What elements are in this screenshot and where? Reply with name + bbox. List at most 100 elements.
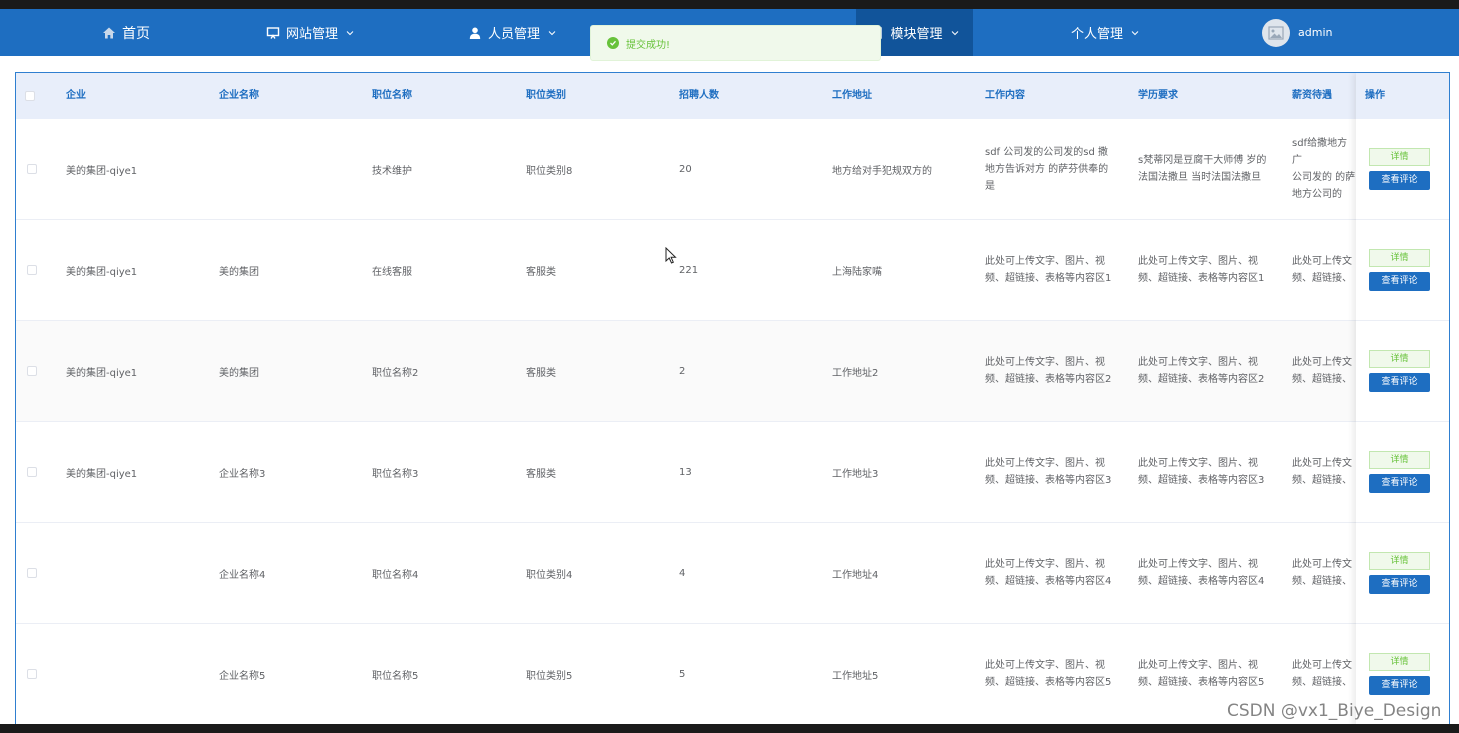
cell-content: 此处可上传文字、图片、视 频、超链接、表格等内容区3 xyxy=(985,422,1122,522)
header-content[interactable]: 工作内容 xyxy=(985,73,1025,119)
cell-content-line: 此处可上传文字、图片、视 xyxy=(985,458,1105,469)
cell-position: 职位名称2 xyxy=(372,367,419,379)
table-row[interactable]: 美的集团-qiye1 美的集团 职位名称2 客服类 2 工作地址2 此处可上传文字、图片、视… xyxy=(16,321,1449,422)
cell-content-line: 频、超链接、表格等内容区2 xyxy=(985,374,1112,385)
operation-column: 操作 详情 查看评论 详情 查看评论 详情 查看评论 详情 查看评论 详情 查看评论 详情 查看评论 xyxy=(1356,73,1449,724)
cell-address: 工作地址3 xyxy=(832,468,879,480)
cell-company-name: 企业名称4 xyxy=(219,569,266,581)
cell-content-line: 此处可上传文字、图片、视 xyxy=(985,559,1105,570)
nav-personal-management[interactable]: 个人管理 xyxy=(1040,9,1170,56)
cell-category: 客服类 xyxy=(526,266,556,278)
user-menu[interactable]: admin xyxy=(1262,9,1372,56)
table-row[interactable]: 美的集团-qiye1 美的集团 在线客服 客服类 221 上海陆家嘴 此处可上传文字、图片、… xyxy=(16,220,1449,321)
detail-button[interactable]: 详情 xyxy=(1369,249,1430,267)
cell-count: 5 xyxy=(679,668,686,680)
header-count[interactable]: 招聘人数 xyxy=(679,73,719,119)
username: admin xyxy=(1298,26,1333,39)
detail-button[interactable]: 详情 xyxy=(1369,653,1430,671)
cell-salary-line: 此处可上传文 xyxy=(1292,357,1352,368)
cell-address: 工作地址4 xyxy=(832,569,879,581)
row-checkbox[interactable] xyxy=(27,366,37,376)
cell-content: sdf 公司发的公司发的sd 撒地方告诉对方 的萨芬供奉的是 xyxy=(985,119,1122,219)
header-company-name[interactable]: 企业名称 xyxy=(219,73,259,119)
table-row[interactable]: 企业名称4 职位名称4 职位类别4 4 工作地址4 此处可上传文字、图片、视 频、超链接、表… xyxy=(16,523,1449,624)
cell-education-line: 频、超链接、表格等内容区3 xyxy=(1138,475,1265,486)
cell-salary: 此处可上传文 频、超链接、 xyxy=(1292,422,1356,522)
nav-site-management[interactable]: 网站管理 xyxy=(240,9,380,56)
header-category[interactable]: 职位类别 xyxy=(526,73,566,119)
view-reviews-button[interactable]: 查看评论 xyxy=(1369,676,1430,695)
cell-education-line: 频、超链接、表格等内容区2 xyxy=(1138,374,1265,385)
check-circle-icon xyxy=(607,37,619,49)
table-row[interactable]: 美的集团-qiye1 技术维护 职位类别8 20 地方给对手犯规双方的 sdf 公司发的公… xyxy=(16,119,1449,220)
select-all-checkbox[interactable] xyxy=(25,91,35,101)
cell-content-line: 频、超链接、表格等内容区3 xyxy=(985,475,1112,486)
cell-salary-line: 频、超链接、 xyxy=(1292,576,1352,587)
cell-count: 2 xyxy=(679,365,686,377)
table-row[interactable]: 美的集团-qiye1 企业名称3 职位名称3 客服类 13 工作地址3 此处可上传文字、图片… xyxy=(16,422,1449,523)
nav-block-label: 模块管理 xyxy=(890,27,943,42)
view-reviews-button[interactable]: 查看评论 xyxy=(1369,575,1430,594)
cell-salary-line: 频、超链接、 xyxy=(1292,273,1352,284)
cell-company-name: 企业名称3 xyxy=(219,468,266,480)
cell-education-line: 频、超链接、表格等内容区5 xyxy=(1138,677,1265,688)
row-checkbox[interactable] xyxy=(27,265,37,275)
cell-education: s梵蒂冈是豆腐干大师傅 岁的 法国法撒旦 当时法国法撒旦 xyxy=(1138,119,1279,219)
cell-content-line: 频、超链接、表格等内容区1 xyxy=(985,273,1112,284)
nav-home[interactable]: 首页 xyxy=(70,9,182,56)
cell-education-line: 此处可上传文字、图片、视 xyxy=(1138,256,1258,267)
cell-salary-line: 此处可上传文 xyxy=(1292,559,1352,570)
cell-count: 4 xyxy=(679,567,686,579)
cell-education-line: 频、超链接、表格等内容区1 xyxy=(1138,273,1265,284)
cell-position: 职位名称5 xyxy=(372,670,419,682)
operation-cell: 详情 查看评论 xyxy=(1356,321,1449,422)
header-salary[interactable]: 薪资待遇 xyxy=(1292,73,1332,119)
cell-count: 221 xyxy=(679,264,699,276)
cell-count: 13 xyxy=(679,466,692,478)
cell-category: 职位类别5 xyxy=(526,670,573,682)
header-company[interactable]: 企业 xyxy=(66,73,86,119)
user-icon xyxy=(468,26,482,40)
header-education[interactable]: 学历要求 xyxy=(1138,73,1178,119)
detail-button[interactable]: 详情 xyxy=(1369,350,1430,368)
cell-content: 此处可上传文字、图片、视 频、超链接、表格等内容区5 xyxy=(985,624,1122,724)
chevron-down-icon xyxy=(951,29,959,37)
cell-salary: 此处可上传文 频、超链接、 xyxy=(1292,321,1356,421)
cell-education-line: 此处可上传文字、图片、视 xyxy=(1138,458,1258,469)
detail-button[interactable]: 详情 xyxy=(1369,451,1430,469)
view-reviews-button[interactable]: 查看评论 xyxy=(1369,171,1430,190)
cursor-icon xyxy=(665,246,677,268)
operation-cell: 详情 查看评论 xyxy=(1356,220,1449,321)
row-checkbox[interactable] xyxy=(27,164,37,174)
cell-content-line: 地方告诉对方 的萨芬供奉的 xyxy=(985,163,1109,175)
cell-company xyxy=(66,624,206,724)
data-table: 企业 企业名称 职位名称 职位类别 招聘人数 工作地址 工作内容 学历要求 薪资… xyxy=(15,72,1450,724)
chevron-down-icon xyxy=(548,29,556,37)
detail-button[interactable]: 详情 xyxy=(1369,148,1430,166)
cell-content-line: sdf 公司发的公司发的sd 撒 xyxy=(985,146,1108,158)
view-reviews-button[interactable]: 查看评论 xyxy=(1369,272,1430,291)
nav-staff-management[interactable]: 人员管理 xyxy=(442,9,582,56)
row-checkbox[interactable] xyxy=(27,669,37,679)
cell-address: 上海陆家嘴 xyxy=(832,266,882,278)
cell-company-name: 美的集团 xyxy=(219,367,259,379)
cell-count: 20 xyxy=(679,163,692,175)
view-reviews-button[interactable]: 查看评论 xyxy=(1369,474,1430,493)
operation-cell: 详情 查看评论 xyxy=(1356,523,1449,624)
cell-company xyxy=(66,523,206,623)
cell-education: 此处可上传文字、图片、视 频、超链接、表格等内容区2 xyxy=(1138,321,1279,421)
cell-category: 职位类别4 xyxy=(526,569,573,581)
header-address[interactable]: 工作地址 xyxy=(832,73,872,119)
cell-salary-line: 此处可上传文 xyxy=(1292,458,1352,469)
row-checkbox[interactable] xyxy=(27,568,37,578)
detail-button[interactable]: 详情 xyxy=(1369,552,1430,570)
row-checkbox[interactable] xyxy=(27,467,37,477)
cell-salary-line: 频、超链接、 xyxy=(1292,374,1352,385)
cell-content: 此处可上传文字、图片、视 频、超链接、表格等内容区1 xyxy=(985,220,1122,320)
app-window: 首页 网站管理 人员管理 模块管理 个人管理 admin 提交成功! 企业 企业… xyxy=(0,9,1459,724)
header-position[interactable]: 职位名称 xyxy=(372,73,412,119)
cell-education-line: 频、超链接、表格等内容区4 xyxy=(1138,576,1265,587)
view-reviews-button[interactable]: 查看评论 xyxy=(1369,373,1430,392)
cell-company-name xyxy=(219,119,359,219)
cell-company: 美的集团-qiye1 xyxy=(66,367,138,379)
